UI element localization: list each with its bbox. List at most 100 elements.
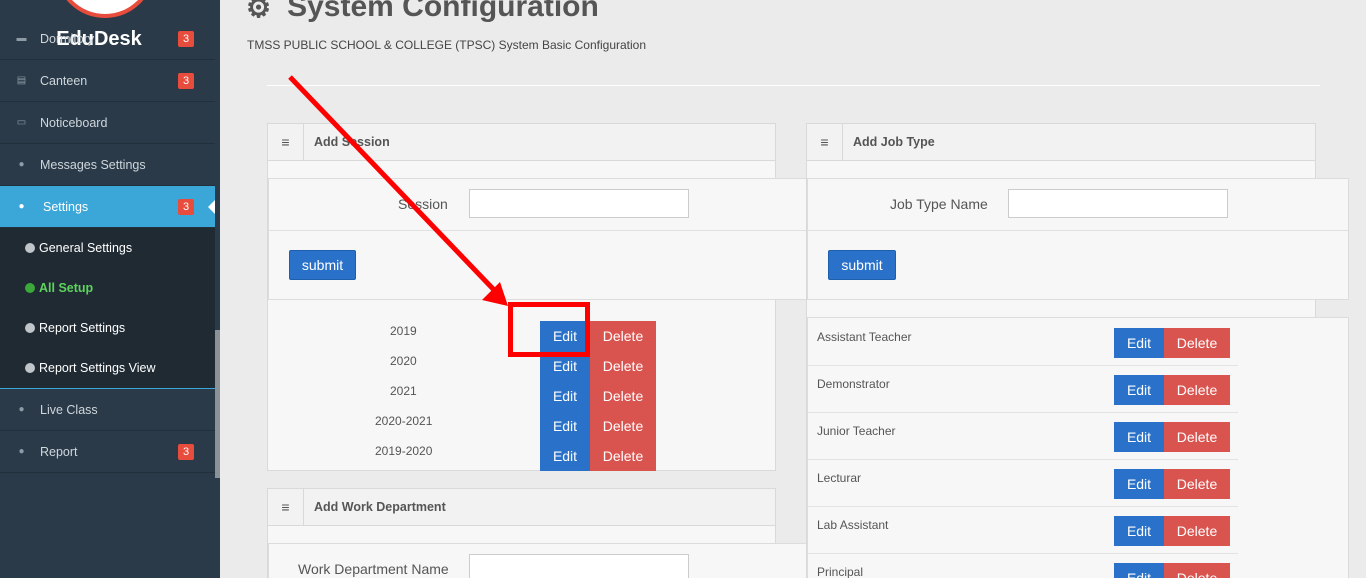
- submenu-item-report-settings-view[interactable]: Report Settings View: [0, 348, 215, 388]
- row-divider: [808, 412, 1238, 413]
- row-divider: [808, 459, 1238, 460]
- sidebar-item-settings[interactable]: ● Settings 3: [0, 186, 215, 228]
- count-badge: 3: [178, 72, 194, 89]
- page-subtitle: TMSS PUBLIC SCHOOL & COLLEGE (TPSC) Syst…: [247, 38, 647, 52]
- window-icon: ▭: [16, 116, 27, 128]
- jobtype-label: Job Type Name: [890, 196, 988, 212]
- list-item: 2020: [390, 354, 417, 368]
- list-item: 2019-2020: [375, 444, 433, 458]
- bullet-icon: [25, 363, 35, 373]
- delete-button[interactable]: Delete: [590, 381, 656, 411]
- annotation-highlight-box: [508, 302, 590, 357]
- row-divider: [808, 506, 1238, 507]
- delete-button[interactable]: Delete: [590, 411, 656, 441]
- session-label: Session: [398, 196, 448, 212]
- sidebar-item-label: Noticeboard: [40, 115, 108, 130]
- edit-button[interactable]: Edit: [540, 411, 590, 441]
- id-card-icon: ▤: [16, 74, 27, 86]
- bullet-icon: [25, 283, 35, 293]
- bullet-icon: [25, 323, 35, 333]
- table-row-label: Demonstrator: [817, 377, 890, 391]
- edit-button[interactable]: Edit: [1114, 563, 1164, 578]
- bed-icon: ▬: [16, 32, 27, 44]
- menu-icon: ≡: [268, 124, 304, 160]
- count-badge: 3: [178, 198, 194, 215]
- edit-button[interactable]: Edit: [1114, 422, 1164, 452]
- edit-button[interactable]: Edit: [1114, 375, 1164, 405]
- jobtype-panel-title: Add Job Type: [853, 135, 935, 149]
- menu-icon: ≡: [807, 124, 843, 160]
- row-divider: [808, 365, 1238, 366]
- delete-button[interactable]: Delete: [1164, 422, 1230, 452]
- delete-button[interactable]: Delete: [590, 321, 656, 351]
- submenu-item-all-setup[interactable]: All Setup: [0, 268, 215, 308]
- table-row-label: Assistant Teacher: [817, 330, 912, 344]
- sidebar: EduDesk ▬ Dormitory 3 ▤ Canteen 3 ▭ Noti…: [0, 0, 220, 578]
- jobtype-panel-header: ≡ Add Job Type: [806, 123, 1316, 161]
- sidebar-item-label: Dormitory: [40, 31, 95, 46]
- delete-button[interactable]: Delete: [590, 351, 656, 381]
- logo: [55, 0, 155, 18]
- form-divider: [808, 230, 1348, 231]
- edit-button[interactable]: Edit: [1114, 469, 1164, 499]
- delete-button[interactable]: Delete: [1164, 469, 1230, 499]
- delete-button[interactable]: Delete: [1164, 328, 1230, 358]
- jobtype-input[interactable]: [1008, 189, 1228, 218]
- sidebar-item-label: Canteen: [40, 73, 88, 88]
- jobtype-list: [807, 317, 1349, 578]
- department-panel-header: ≡ Add Work Department: [267, 488, 776, 526]
- sidebar-item-label: Settings: [43, 199, 89, 214]
- session-submit-button[interactable]: submit: [289, 250, 356, 280]
- edit-button[interactable]: Edit: [540, 441, 590, 471]
- session-panel-header: ≡ Add Session: [267, 123, 776, 161]
- session-input[interactable]: [469, 189, 689, 218]
- sidebar-item-canteen[interactable]: ▤ Canteen 3: [0, 60, 215, 102]
- submenu-item-general-settings[interactable]: General Settings: [0, 228, 215, 268]
- settings-submenu: General Settings All Setup Report Settin…: [0, 228, 215, 389]
- count-badge: 3: [178, 443, 194, 460]
- sidebar-menu: ▬ Dormitory 3 ▤ Canteen 3 ▭ Noticeboard …: [0, 30, 215, 473]
- count-badge: 3: [178, 30, 194, 47]
- form-divider: [269, 230, 806, 231]
- table-row-label: Junior Teacher: [817, 424, 896, 438]
- row-divider: [808, 553, 1238, 554]
- submenu-item-label: General Settings: [39, 241, 133, 255]
- department-input[interactable]: [469, 554, 689, 578]
- delete-button[interactable]: Delete: [1164, 375, 1230, 405]
- delete-button[interactable]: Delete: [1164, 563, 1230, 578]
- list-item: 2021: [390, 384, 417, 398]
- session-panel-title: Add Session: [314, 135, 390, 149]
- info-icon: ●: [18, 200, 25, 212]
- divider: [267, 85, 1320, 86]
- department-label: Work Department Name: [298, 561, 449, 577]
- delete-button[interactable]: Delete: [1164, 516, 1230, 546]
- main-content: ⚙ System Configuration TMSS PUBLIC SCHOO…: [220, 0, 1366, 578]
- sidebar-item-label: Messages Settings: [40, 157, 146, 172]
- info-icon: ●: [18, 445, 25, 457]
- table-row-label: Lab Assistant: [817, 518, 889, 532]
- delete-button[interactable]: Delete: [590, 441, 656, 471]
- bullet-icon: [25, 243, 35, 253]
- chat-icon: ●: [18, 403, 25, 415]
- jobtype-submit-button[interactable]: submit: [828, 250, 896, 280]
- chat-icon: ●: [18, 158, 25, 170]
- list-item: 2019: [390, 324, 417, 338]
- edit-button[interactable]: Edit: [540, 381, 590, 411]
- page-title: ⚙ System Configuration: [246, 0, 599, 24]
- table-row-label: Principal: [817, 565, 864, 578]
- submenu-item-report-settings[interactable]: Report Settings: [0, 308, 215, 348]
- sidebar-item-live-class[interactable]: ● Live Class: [0, 389, 215, 431]
- edit-button[interactable]: Edit: [1114, 328, 1164, 358]
- gear-icon: ⚙: [246, 0, 272, 23]
- table-row-label: Lecturar: [817, 471, 862, 485]
- sidebar-item-report[interactable]: ● Report 3: [0, 431, 215, 473]
- department-panel-title: Add Work Department: [314, 500, 446, 514]
- sidebar-item-label: Live Class: [40, 402, 98, 417]
- submenu-item-label: All Setup: [39, 281, 94, 295]
- edit-button[interactable]: Edit: [1114, 516, 1164, 546]
- sidebar-item-messages-settings[interactable]: ● Messages Settings: [0, 144, 215, 186]
- sidebar-item-noticeboard[interactable]: ▭ Noticeboard: [0, 102, 215, 144]
- submenu-item-label: Report Settings: [39, 321, 126, 335]
- sidebar-item-dormitory[interactable]: ▬ Dormitory 3: [0, 18, 215, 60]
- page-title-text: System Configuration: [287, 0, 599, 23]
